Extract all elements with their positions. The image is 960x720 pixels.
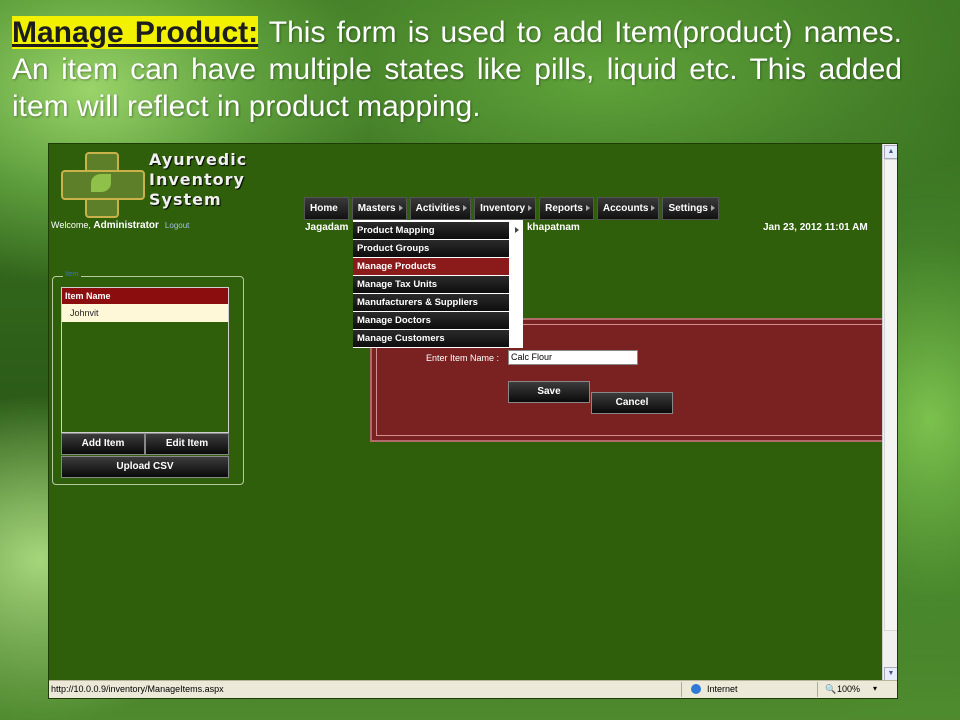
datetime-text: Jan 23, 2012 11:01 AM (763, 222, 868, 233)
dropdown-item-manufacturers-suppliers[interactable]: Manufacturers & Suppliers (353, 294, 509, 311)
welcome-prefix: Welcome, (51, 220, 94, 230)
logo-cross-icon (61, 152, 145, 218)
zoom-dropdown-icon[interactable]: ▾ (873, 684, 877, 693)
scrollbar-thumb[interactable] (884, 159, 897, 631)
item-name-label: Enter Item Name : (426, 353, 500, 363)
items-panel: Item Item Name Johnvit Add Item Edit Ite… (52, 271, 244, 485)
status-zone: Internet (707, 684, 738, 694)
dropdown-item-product-groups[interactable]: Product Groups (353, 240, 509, 257)
submenu-arrow-icon (710, 205, 715, 211)
submenu-arrow-icon (528, 205, 533, 211)
status-url: http://10.0.0.9/inventory/ManageItems.as… (51, 684, 224, 694)
logo-line-3: System (149, 190, 222, 209)
slide-description: Manage Product: This form is used to add… (12, 14, 902, 125)
menu-inventory[interactable]: Inventory (474, 197, 537, 220)
edit-item-button[interactable]: Edit Item (145, 433, 229, 455)
menu-masters[interactable]: Masters (351, 197, 407, 220)
masters-dropdown-menu: Product Mapping Product Groups Manage Pr… (353, 220, 523, 348)
submenu-arrow-icon (463, 205, 468, 211)
status-divider (681, 682, 682, 697)
dropdown-item-manage-customers[interactable]: Manage Customers (353, 330, 509, 347)
scroll-down-icon[interactable]: ▼ (884, 667, 897, 681)
app-page: Ayurvedic Inventory System Welcome, Admi… (49, 144, 887, 680)
vertical-scrollbar[interactable]: ▲ ▼ (882, 144, 897, 682)
slide-heading: Manage Product: (12, 16, 259, 49)
status-divider (817, 682, 818, 697)
submenu-arrow-icon (515, 227, 519, 233)
menu-reports[interactable]: Reports (539, 197, 594, 220)
location-left-text: Jagadam (305, 222, 349, 233)
menu-accounts[interactable]: Accounts (596, 197, 660, 220)
list-item[interactable]: Johnvit (62, 304, 228, 322)
dropdown-item-manage-products[interactable]: Manage Products (353, 258, 509, 275)
submenu-arrow-icon (398, 205, 403, 211)
welcome-username: Administrator (93, 220, 159, 231)
items-list-header: Item Name (62, 288, 228, 304)
items-panel-legend: Item (63, 271, 81, 278)
add-item-button[interactable]: Add Item (61, 433, 145, 455)
submenu-arrow-icon (585, 205, 590, 211)
menu-settings[interactable]: Settings (662, 197, 719, 220)
item-name-input[interactable]: Calc Flour (508, 350, 638, 365)
logout-link[interactable]: Logout (165, 221, 189, 230)
location-right-text: khapatnam (527, 222, 580, 233)
menu-activities[interactable]: Activities (409, 197, 472, 220)
dropdown-item-manage-doctors[interactable]: Manage Doctors (353, 312, 509, 329)
dropdown-item-product-mapping[interactable]: Product Mapping (353, 222, 519, 239)
app-logo-text: Ayurvedic Inventory System (149, 150, 247, 210)
status-zoom[interactable]: 100% (837, 684, 860, 694)
internet-globe-icon (691, 684, 701, 694)
dropdown-item-manage-tax-units[interactable]: Manage Tax Units (353, 276, 509, 293)
browser-window: Ayurvedic Inventory System Welcome, Admi… (48, 143, 898, 699)
welcome-bar: Welcome, Administrator Logout (51, 220, 189, 231)
zoom-icon[interactable]: 🔍 (825, 684, 836, 695)
submenu-arrow-icon (651, 205, 656, 211)
main-menu: Home Masters Activities Inventory Report… (304, 197, 719, 220)
browser-status-bar: http://10.0.0.9/inventory/ManageItems.as… (49, 680, 897, 698)
items-list: Item Name Johnvit (61, 287, 229, 433)
upload-csv-button[interactable]: Upload CSV (61, 456, 229, 478)
logo-line-1: Ayurvedic (149, 150, 248, 169)
logo-line-2: Inventory (149, 170, 245, 189)
menu-home[interactable]: Home (304, 197, 349, 220)
cancel-button[interactable]: Cancel (591, 392, 673, 414)
save-button[interactable]: Save (508, 381, 590, 403)
scroll-up-icon[interactable]: ▲ (884, 145, 897, 159)
